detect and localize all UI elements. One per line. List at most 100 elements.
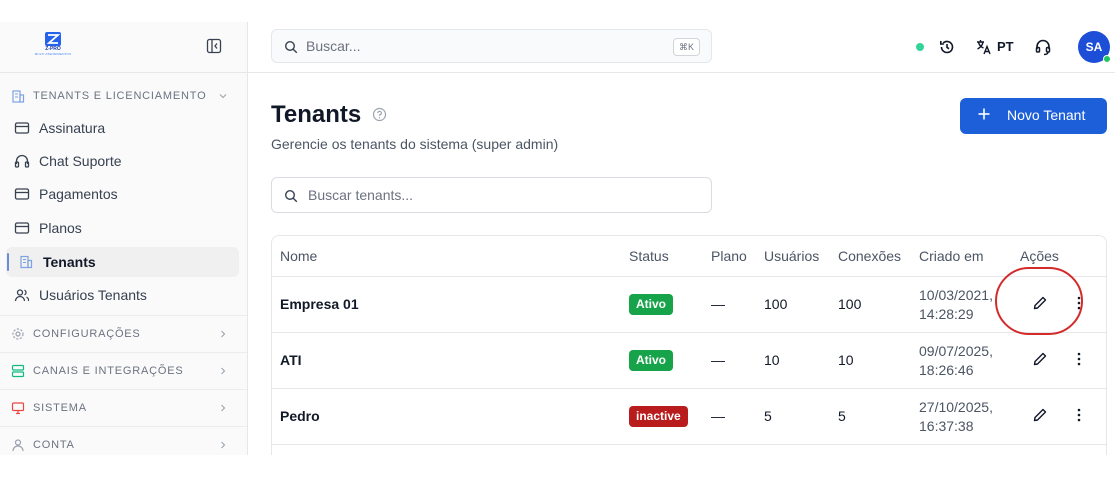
app-window: Z-PRO MULTI ATENDIMENTOS TENANTS E LICEN…: [0, 22, 1115, 455]
sidebar-item-chat-suporte[interactable]: Chat Suporte: [6, 146, 239, 176]
shortcut-badge: ⌘K: [672, 38, 700, 56]
created-time: 16:37:38: [919, 418, 974, 434]
global-search-input[interactable]: Buscar... ⌘K: [271, 29, 712, 63]
logo-tagline: MULTI ATENDIMENTOS: [34, 52, 72, 56]
table-row[interactable]: ATI Ativo — 10 10 09/07/2025, 18:26:46: [272, 332, 1106, 388]
users-cell: 5: [764, 408, 772, 424]
building-icon: [20, 255, 33, 269]
connections-cell: 10: [838, 352, 854, 368]
new-tenant-label: Novo Tenant: [1007, 107, 1086, 123]
created-date: 27/10/2025,: [919, 399, 993, 415]
gear-icon: [12, 328, 24, 340]
sidebar-item-tenants[interactable]: Tenants: [6, 247, 239, 277]
sidebar-section-configuracoes[interactable]: CONFIGURAÇÕES: [0, 316, 247, 352]
tenant-search-placeholder: Buscar tenants...: [308, 187, 414, 203]
building-icon: [12, 90, 25, 103]
tenant-name: ATI: [280, 352, 302, 368]
search-icon: [284, 189, 298, 203]
online-status-dot: [1103, 55, 1111, 63]
column-header[interactable]: Criado em: [919, 248, 984, 264]
sidebar-item-label: Assinatura: [39, 120, 106, 136]
table-row[interactable]: Empresa 01 Ativo — 100 100 10/03/2021, 14…: [272, 276, 1106, 332]
card-icon: [14, 222, 30, 234]
language-selector[interactable]: PT: [997, 39, 1014, 54]
created-at-cell: 10/03/2021, 14:28:29: [919, 286, 993, 324]
sidebar-section-tenants[interactable]: TENANTS E LICENCIAMENTO: [0, 78, 247, 114]
sidebar-item-planos[interactable]: Planos: [6, 213, 239, 243]
table-row[interactable]: Pedro inactive — 5 5 27/10/2025, 16:37:38: [272, 388, 1106, 444]
section-label: CONFIGURAÇÕES: [33, 328, 141, 340]
server-icon: [11, 364, 25, 378]
edit-pencil-icon[interactable]: [1032, 351, 1048, 367]
main-content: Tenants Gerencie os tenants do sistema (…: [248, 73, 1115, 455]
created-at-cell: 09/07/2025, 18:26:46: [919, 342, 993, 380]
users-cell: 10: [764, 352, 780, 368]
sidebar-header: Z-PRO MULTI ATENDIMENTOS: [0, 22, 247, 73]
section-label: CANAIS E INTEGRAÇÕES: [33, 365, 184, 377]
sidebar-item-pagamentos[interactable]: Pagamentos: [6, 179, 239, 209]
section-label: SISTEMA: [33, 402, 87, 414]
column-header[interactable]: Conexões: [838, 248, 901, 264]
section-label: CONTA: [33, 439, 75, 451]
logo[interactable]: Z-PRO MULTI ATENDIMENTOS: [30, 32, 76, 62]
column-header[interactable]: Status: [629, 248, 669, 264]
monitor-icon: [11, 402, 25, 415]
chevron-right-icon: [221, 367, 226, 375]
status-badge: inactive: [629, 406, 688, 427]
headset-icon[interactable]: [1034, 38, 1052, 56]
created-at-cell: 27/10/2025, 16:37:38: [919, 398, 993, 436]
chevron-right-icon: [221, 330, 226, 338]
connections-cell: 5: [838, 408, 846, 424]
more-vertical-icon[interactable]: [1072, 351, 1086, 367]
sidebar-section-sistema[interactable]: SISTEMA: [0, 390, 247, 426]
help-icon[interactable]: [372, 107, 387, 122]
sidebar-section-conta[interactable]: CONTA: [0, 427, 247, 455]
search-placeholder: Buscar...: [306, 38, 361, 54]
created-date: 10/03/2021,: [919, 287, 993, 303]
card-icon: [14, 188, 30, 200]
created-time: 18:26:46: [919, 362, 974, 378]
sidebar: Z-PRO MULTI ATENDIMENTOS TENANTS E LICEN…: [0, 22, 248, 455]
sidebar-item-label: Tenants: [43, 254, 96, 270]
sidebar-item-assinatura[interactable]: Assinatura: [6, 113, 239, 143]
tenant-search-input[interactable]: Buscar tenants...: [271, 177, 712, 213]
tenant-name: Empresa 01: [280, 296, 359, 312]
tenants-table: Nome Status Plano Usuários Conexões Cria…: [271, 235, 1107, 455]
translate-icon[interactable]: [975, 38, 993, 56]
search-icon: [284, 40, 298, 54]
chevron-down-icon: [219, 94, 227, 99]
page-subtitle: Gerencie os tenants do sistema (super ad…: [271, 136, 559, 152]
edit-pencil-icon[interactable]: [1032, 407, 1048, 423]
users-icon: [14, 289, 30, 302]
logo-icon: [45, 32, 61, 46]
plan-cell: —: [711, 408, 725, 424]
plus-icon: [978, 108, 990, 120]
sidebar-item-label: Pagamentos: [39, 186, 118, 202]
plan-cell: —: [711, 352, 725, 368]
topbar: Buscar... ⌘K PT SA: [248, 22, 1115, 73]
sidebar-item-label: Usuários Tenants: [39, 287, 147, 303]
table-row[interactable]: [272, 444, 1106, 455]
tenant-name: Pedro: [280, 408, 320, 424]
column-header[interactable]: Nome: [280, 248, 317, 264]
history-icon[interactable]: [938, 38, 956, 56]
chevron-right-icon: [221, 441, 226, 449]
created-time: 14:28:29: [919, 306, 974, 322]
new-tenant-button[interactable]: Novo Tenant: [960, 98, 1107, 134]
connections-cell: 100: [838, 296, 862, 312]
column-header[interactable]: Plano: [711, 248, 747, 264]
section-label: TENANTS E LICENCIAMENTO: [33, 90, 207, 102]
sidebar-item-label: Planos: [39, 220, 82, 236]
created-date: 09/07/2025,: [919, 343, 993, 359]
status-badge: Ativo: [629, 294, 673, 315]
more-vertical-icon[interactable]: [1072, 407, 1086, 423]
users-cell: 100: [764, 296, 788, 312]
page-title: Tenants: [271, 101, 362, 128]
status-badge: Ativo: [629, 350, 673, 371]
sidebar-collapse-icon[interactable]: [206, 38, 222, 54]
sidebar-item-usuarios-tenants[interactable]: Usuários Tenants: [6, 280, 239, 310]
card-icon: [14, 122, 30, 134]
headset-icon: [14, 154, 30, 168]
sidebar-section-canais[interactable]: CANAIS E INTEGRAÇÕES: [0, 353, 247, 389]
column-header[interactable]: Usuários: [764, 248, 819, 264]
